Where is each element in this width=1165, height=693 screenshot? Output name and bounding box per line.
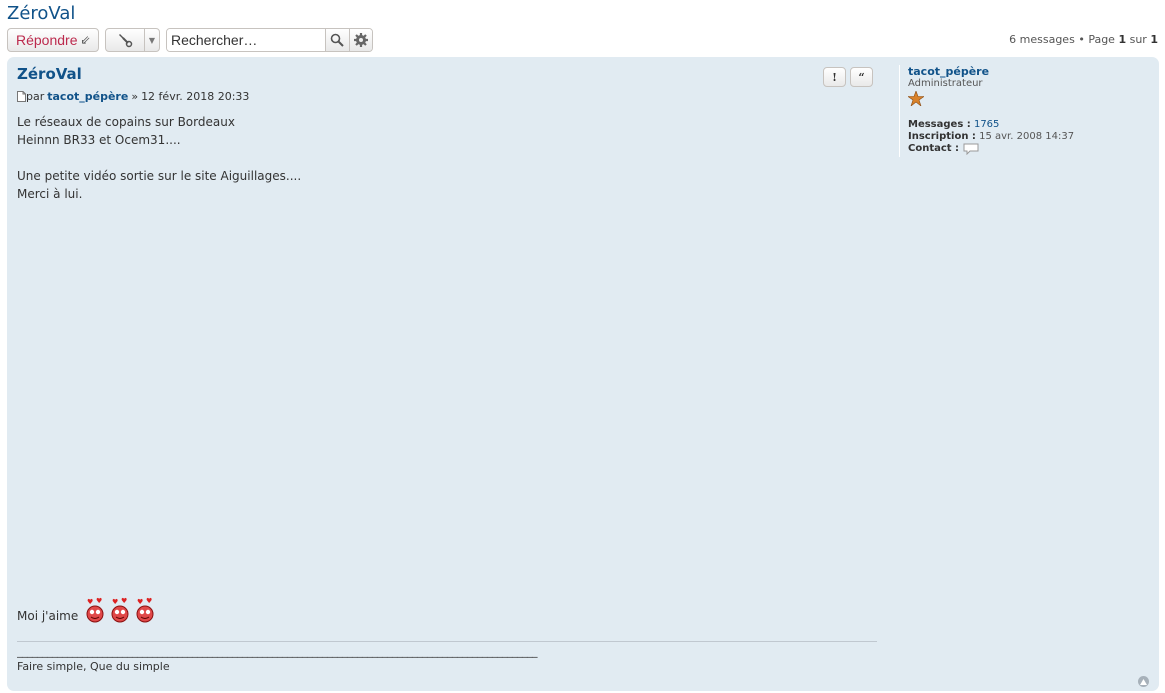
signature-divider <box>17 641 877 642</box>
profile-contact: Contact : <box>908 143 1074 155</box>
rank-star-icon <box>907 90 1074 109</box>
pagination-bullet: • <box>1078 33 1085 46</box>
post-date: 12 févr. 2018 20:33 <box>141 90 250 103</box>
post-profile: tacot_pépère Administrateur Messages : 1… <box>899 65 1074 157</box>
pagination: 6 messages • Page 1 sur 1 <box>1009 33 1158 46</box>
profile-rank: Administrateur <box>908 78 983 89</box>
topic-tools-button[interactable]: ▼ <box>105 28 160 52</box>
gear-icon <box>353 33 368 47</box>
post-content: Le réseaux de copains sur Bordeaux Heinn… <box>17 113 301 203</box>
topic-title[interactable]: ZéroVal <box>7 3 75 24</box>
post-buttons: ! “ <box>823 67 873 87</box>
reply-arrow-icon: ⇙ <box>80 33 91 47</box>
reply-button[interactable]: Répondre ⇙ <box>7 28 99 52</box>
search-input[interactable] <box>167 29 325 51</box>
action-bar: Répondre ⇙ ▼ <box>7 28 373 52</box>
love-smiley-icon: ♥ ♥ <box>86 597 104 623</box>
content-line: Le réseaux de copains sur Bordeaux <box>17 115 235 129</box>
signature: Faire simple, Que du simple <box>17 660 170 673</box>
likes-text: Moi j'aime <box>17 609 79 623</box>
svg-text:♥: ♥ <box>112 598 118 606</box>
profile-messages: Messages : 1765 <box>908 119 1000 130</box>
love-smiley-icon: ♥ ♥ <box>111 597 129 623</box>
contact-bubble-icon[interactable] <box>963 143 979 155</box>
svg-text:♥: ♥ <box>146 597 152 605</box>
message-count: 6 messages <box>1009 33 1075 46</box>
content-line: Heinnn BR33 et Ocem31.... <box>17 133 181 147</box>
of-word: sur <box>1129 33 1147 46</box>
content-line: Merci à lui. <box>17 187 83 201</box>
post-icon <box>17 91 26 102</box>
post-title[interactable]: ZéroVal <box>17 65 82 83</box>
svg-text:♥: ♥ <box>96 597 102 605</box>
messages-count-link[interactable]: 1765 <box>974 119 999 130</box>
likes-line: Moi j'aime ♥ ♥ ♥ ♥ ♥ ♥ <box>17 597 156 623</box>
back-to-top-icon[interactable] <box>1138 676 1149 687</box>
profile-username[interactable]: tacot_pépère <box>908 65 1074 78</box>
report-button[interactable]: ! <box>823 67 846 87</box>
total-pages: 1 <box>1150 33 1158 46</box>
joined-date: 15 avr. 2008 14:37 <box>979 131 1075 142</box>
svg-text:♥: ♥ <box>121 597 127 605</box>
by-word: par <box>26 90 45 103</box>
profile-joined: Inscription : 15 avr. 2008 14:37 <box>908 131 1075 142</box>
chevron-down-icon: ▼ <box>148 35 156 45</box>
content-line: Une petite vidéo sortie sur le site Aigu… <box>17 169 302 183</box>
wrench-icon <box>106 29 145 51</box>
svg-text:♥: ♥ <box>87 598 93 606</box>
love-smiley-icon: ♥ ♥ <box>136 597 154 623</box>
page-word: Page <box>1088 33 1115 46</box>
svg-text:♥: ♥ <box>137 598 143 606</box>
search-button[interactable] <box>325 29 349 51</box>
reply-button-label: Répondre <box>16 32 78 48</box>
quote-button[interactable]: “ <box>850 67 873 87</box>
search-box <box>166 28 373 52</box>
post-author-line: par tacot_pépère » 12 févr. 2018 20:33 <box>17 90 249 103</box>
advanced-search-button[interactable] <box>348 29 372 51</box>
post-author-link[interactable]: tacot_pépère <box>47 90 128 103</box>
search-icon <box>330 33 344 47</box>
post: ZéroVal ! “ par tacot_pépère » 12 févr. … <box>7 57 1159 691</box>
smileys: ♥ ♥ ♥ ♥ ♥ ♥ <box>84 597 156 623</box>
current-page: 1 <box>1118 33 1127 46</box>
author-separator: » <box>131 90 139 103</box>
signature-underscore-line: ________________________________________… <box>17 645 538 658</box>
